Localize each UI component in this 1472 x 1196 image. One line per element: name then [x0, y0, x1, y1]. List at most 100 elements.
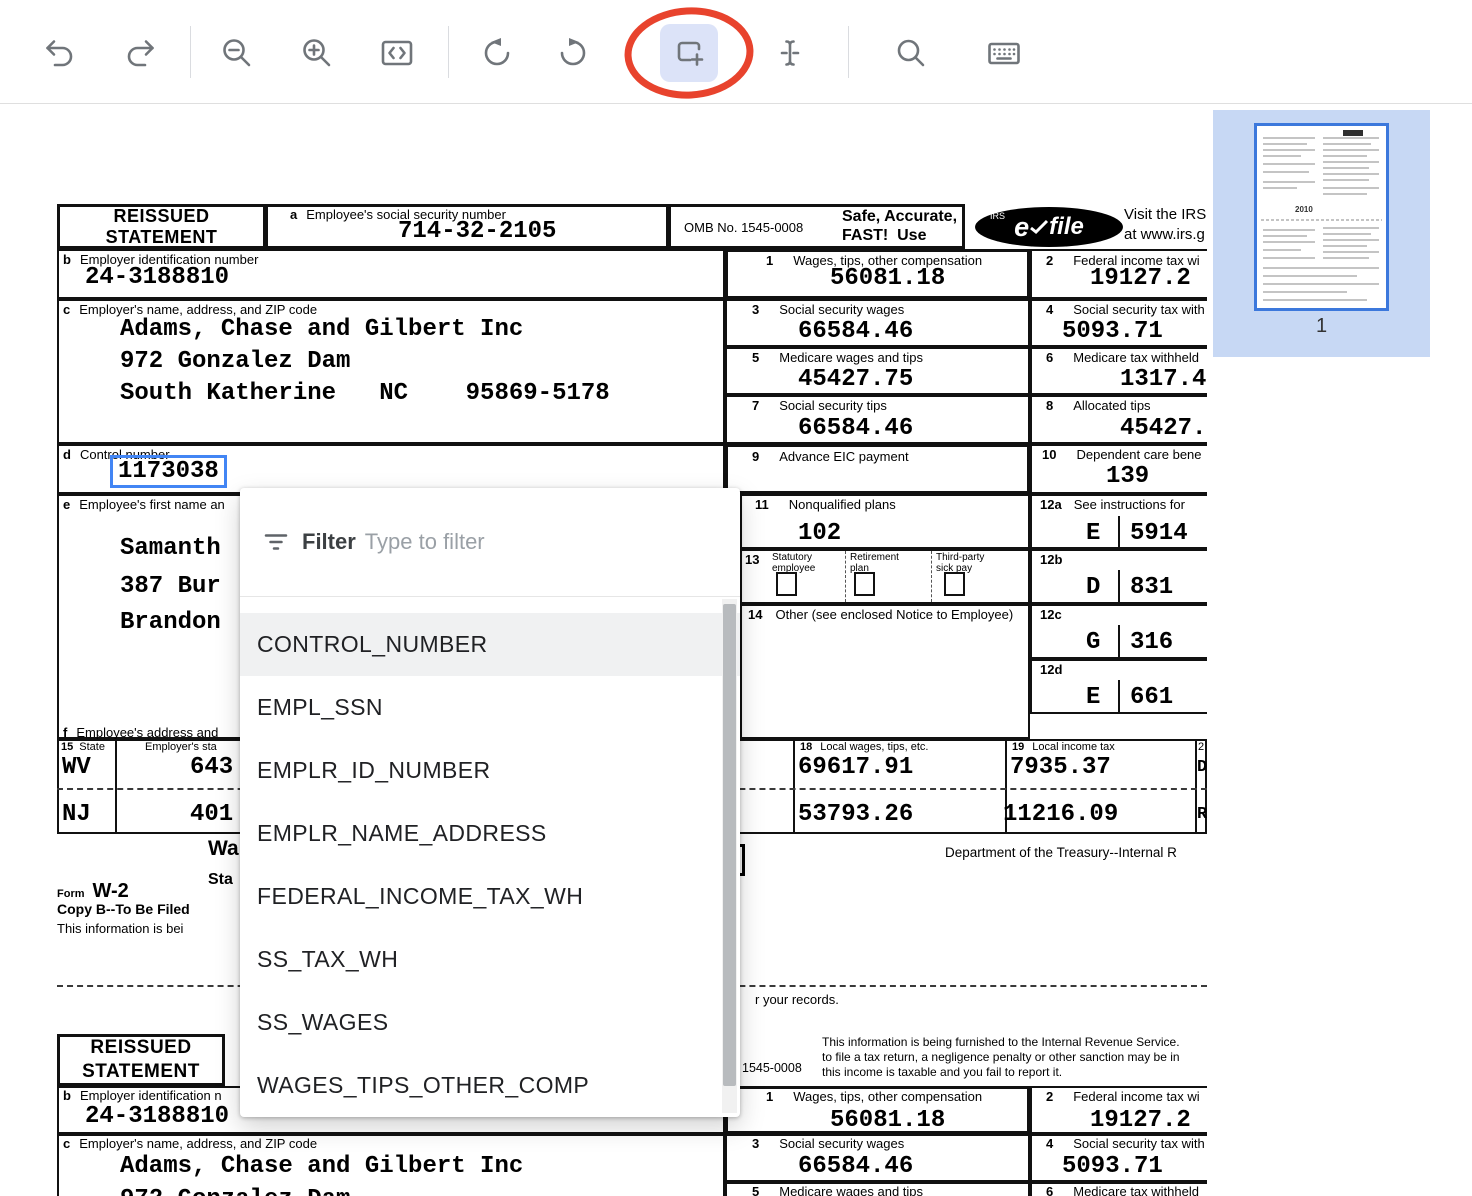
box-18-label: 18Local wages, tips, etc.: [800, 741, 928, 753]
furnish-line-1: This information is being furnished to t…: [822, 1035, 1180, 1049]
search-button[interactable]: [889, 31, 933, 75]
info-fragment: This information is bei: [57, 921, 183, 936]
third-party-sick-pay-label: Third-partysick pay: [936, 552, 984, 574]
table-divider: [115, 739, 117, 834]
employee-name: Samanth: [120, 537, 221, 561]
local-tax-1: 7935.37: [1010, 756, 1111, 780]
box-19-label: 19Local income tax: [1012, 741, 1115, 753]
employer-city: South Katherine NC 95869-5178: [120, 382, 610, 406]
box-12a-divider: [1118, 516, 1120, 549]
scrollbar-thumb[interactable]: [723, 604, 736, 1086]
local-wages-2: 53793.26: [798, 803, 913, 827]
filter-label: Filter: [302, 529, 356, 555]
box-4-value: 5093.71: [1062, 320, 1163, 344]
box-13-label: 13: [745, 552, 759, 567]
box-12a-code: E: [1086, 522, 1100, 546]
box-1-label-2: 1Wages, tips, other compensation: [766, 1089, 982, 1104]
filter-option-ss-tax-wh[interactable]: SS_TAX_WH: [240, 928, 740, 991]
statutory-employee-label: Statutoryemployee: [772, 552, 815, 574]
filter-option-emplr-id-number[interactable]: EMPLR_ID_NUMBER: [240, 739, 740, 802]
wage-statement-fragment: Wa: [208, 837, 239, 861]
text-select-icon: [772, 35, 808, 71]
redo-button[interactable]: [118, 31, 162, 75]
toolbar-separator: [848, 26, 849, 78]
irs-efile-logo: IRS e file: [975, 207, 1123, 247]
box-12d-label: 12d: [1040, 662, 1062, 677]
page-number-label: 1: [1213, 315, 1430, 338]
box-3-label: 3Social security wages: [752, 302, 904, 317]
text-select-button[interactable]: [768, 31, 812, 75]
box-10-label: 10Dependent care bene: [1042, 447, 1202, 462]
zoom-out-button[interactable]: [215, 31, 259, 75]
box-8-label: 8Allocated tips: [1046, 398, 1151, 413]
filter-input[interactable]: [365, 529, 655, 555]
reissued-statement-header: REISSUED STATEMENT: [57, 204, 266, 249]
local-wages-1: 69617.91: [798, 756, 913, 780]
search-icon: [893, 35, 929, 71]
page-1-thumbnail[interactable]: 2010: [1254, 123, 1389, 311]
box-7-label: 7Social security tips: [752, 398, 887, 413]
box-c-label: cEmployer's name, address, and ZIP code: [63, 302, 317, 317]
box-7-value: 66584.46: [798, 417, 913, 441]
undo-button[interactable]: [38, 31, 82, 75]
box-c-label-2: cEmployer's name, address, and ZIP code: [63, 1136, 317, 1151]
rotate-cw-icon: [555, 35, 591, 71]
box-10-value: 139: [1106, 465, 1149, 489]
svg-text:2010: 2010: [1295, 205, 1313, 214]
filter-option-emplr-name-address[interactable]: EMPLR_NAME_ADDRESS: [240, 802, 740, 865]
selected-region-control-number[interactable]: 1173038: [110, 455, 227, 488]
filter-option-empl-ssn[interactable]: EMPL_SSN: [240, 676, 740, 739]
add-region-button[interactable]: [667, 31, 711, 75]
rotate-left-button[interactable]: [475, 31, 519, 75]
fit-width-button[interactable]: [375, 31, 419, 75]
keyboard-icon: [986, 35, 1022, 71]
filter-option-control-number[interactable]: CONTROL_NUMBER: [240, 613, 740, 676]
box-14-label: 14Other (see enclosed Notice to Employee…: [748, 607, 1013, 622]
filter-row: Filter: [240, 488, 740, 597]
box-4-value-2: 5093.71: [1062, 1155, 1163, 1179]
box-1-value-2: 56081.18: [830, 1109, 945, 1133]
rotate-right-button[interactable]: [551, 31, 595, 75]
ssn-value: 714-32-2105: [398, 220, 556, 244]
box-3-label-2: 3Social security wages: [752, 1136, 904, 1151]
toolbar: [0, 0, 1472, 104]
filter-option-ss-wages[interactable]: SS_WAGES: [240, 991, 740, 1054]
box-2-value: 19127.2: [1090, 267, 1191, 291]
safe-accurate-label: Safe, Accurate,: [842, 208, 957, 226]
add-region-icon: [671, 35, 707, 71]
box-12a-label: 12aSee instructions for: [1040, 497, 1185, 512]
state-2-id: 401: [190, 803, 233, 827]
filter-list-scrollbar[interactable]: [722, 599, 737, 1113]
thumbnail-content: 2010: [1257, 126, 1386, 308]
box-12a-value: 5914: [1130, 522, 1188, 546]
filter-option-wages-tips-other-comp[interactable]: WAGES_TIPS_OTHER_COMP: [240, 1054, 740, 1117]
visit-irs-url: at www.irs.g: [1124, 226, 1205, 243]
box-12d-code: E: [1086, 686, 1100, 710]
page-thumbnail-panel: 2010 1: [1213, 110, 1430, 357]
ein-value: 24-3188810: [85, 266, 229, 290]
zoom-in-button[interactable]: [295, 31, 339, 75]
toolbar-separator: [448, 26, 449, 78]
box-14: [740, 604, 1030, 739]
box-12c-code: G: [1086, 631, 1100, 655]
undo-icon: [42, 35, 78, 71]
zoom-out-icon: [219, 35, 255, 71]
filter-option-federal-income-tax-wh[interactable]: FEDERAL_INCOME_TAX_WH: [240, 865, 740, 928]
box-b-label-2: bEmployer identification n: [63, 1088, 222, 1103]
keyboard-button[interactable]: [982, 31, 1026, 75]
box-13-divider: [845, 551, 846, 602]
box-2-value-2: 19127.2: [1090, 1109, 1191, 1133]
furnish-line-2: to file a tax return, a negligence penal…: [822, 1050, 1180, 1064]
field-filter-popup: Filter CONTROL_NUMBER EMPL_SSN EMPLR_ID_…: [240, 488, 740, 1117]
reissued-statement-header-2: REISSUED STATEMENT: [57, 1034, 225, 1086]
box-11-label: 11Nonqualified plans: [755, 497, 896, 512]
box-12b-label: 12b: [1040, 552, 1062, 567]
redo-icon: [122, 35, 158, 71]
third-party-sick-pay-checkbox: [944, 572, 965, 596]
copy-b-label: Copy B--To Be Filed: [57, 901, 190, 917]
state-1-id: 643: [190, 756, 233, 780]
box-4-label: 4Social security tax with: [1046, 302, 1205, 317]
filter-options-list: CONTROL_NUMBER EMPL_SSN EMPLR_ID_NUMBER …: [240, 597, 740, 1117]
employee-street: 387 Bur: [120, 575, 221, 599]
omb-fragment: 1545-0008: [742, 1061, 802, 1075]
